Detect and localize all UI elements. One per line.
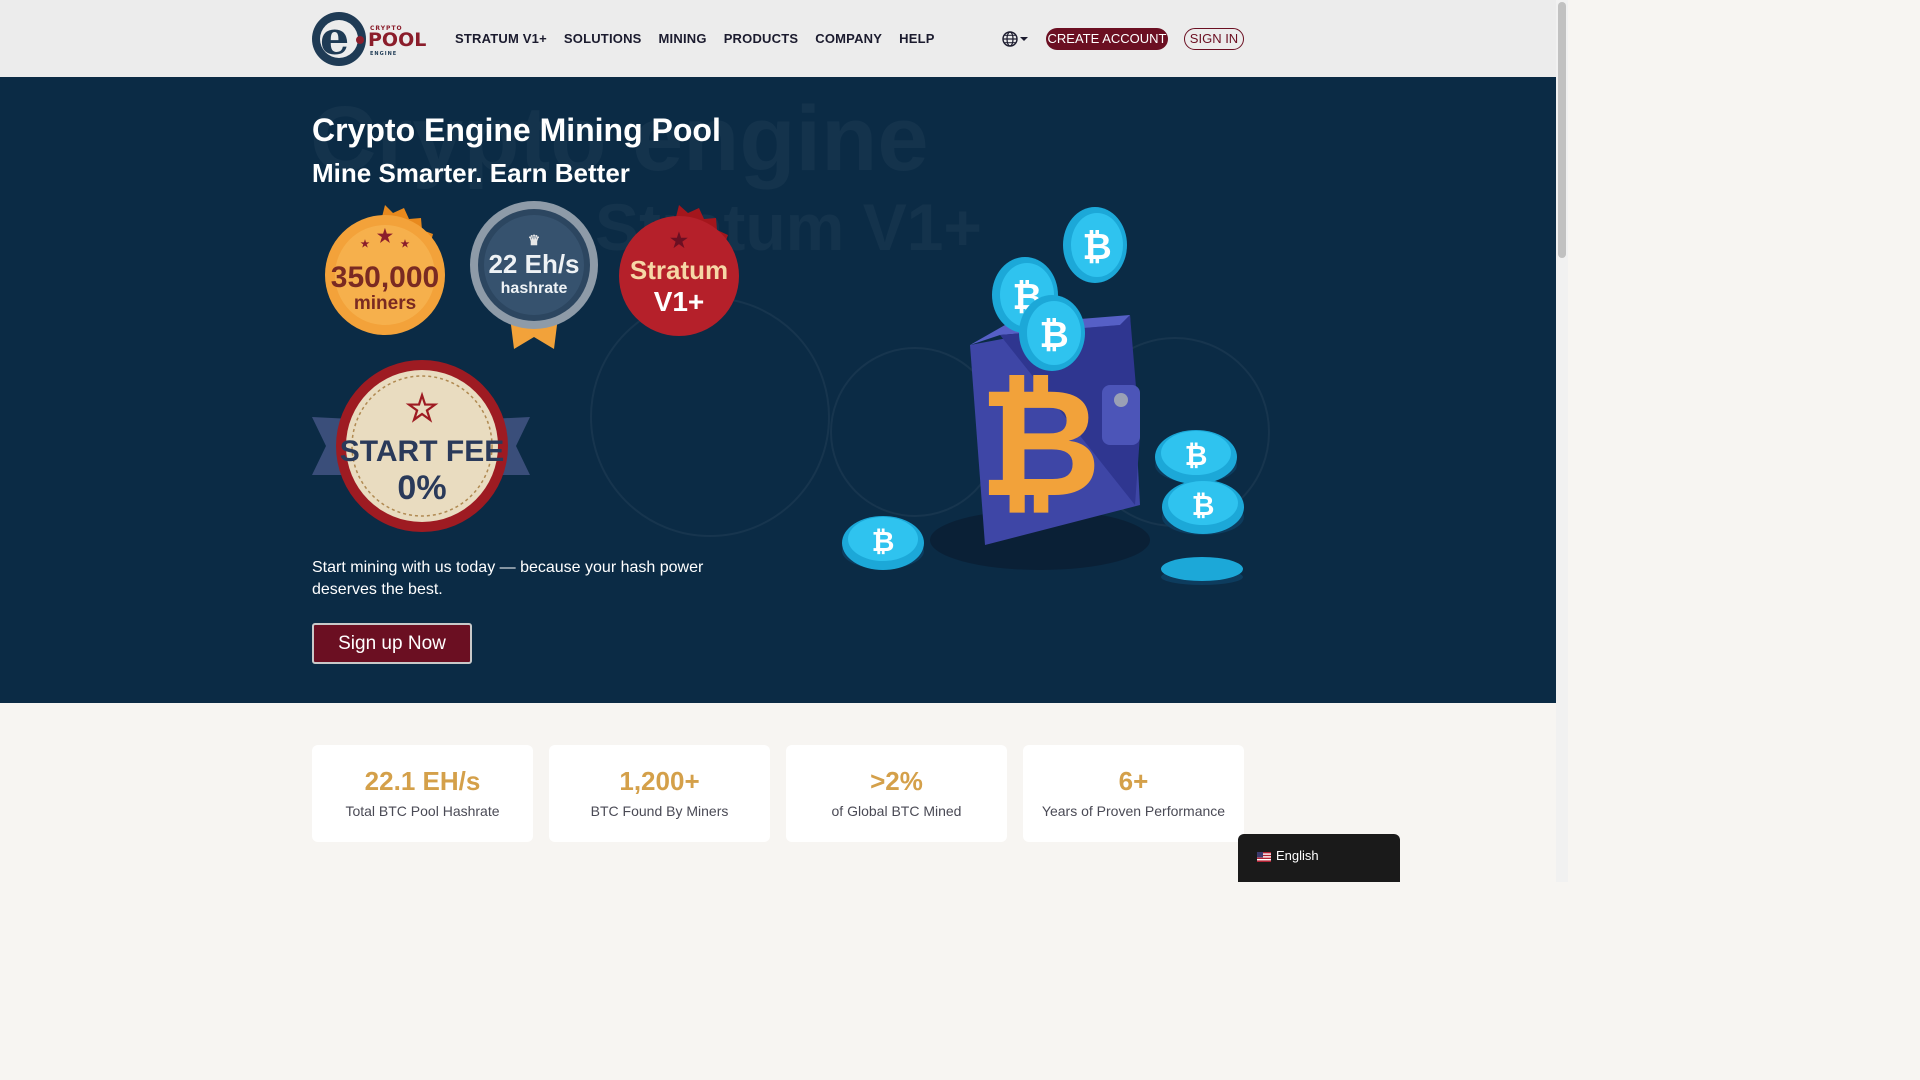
svg-text:0%: 0%: [397, 469, 446, 507]
miners-badge: ★ ★ ★ 350,000 miners: [313, 203, 457, 351]
svg-text:★: ★: [361, 239, 370, 250]
logo-engine-text: ENGINE: [370, 51, 398, 57]
stat-card-btc-found: 1,200+ BTC Found By Miners: [549, 745, 770, 842]
bitcoin-coin-icon: [1161, 557, 1243, 585]
stat-value: 22.1 EH/s: [364, 766, 481, 796]
bitcoin-symbol-icon: ₿: [979, 357, 1101, 531]
site-header: e CRYPTO POOL ENGINE STRATUM V1+ SOLUTIO…: [0, 0, 1556, 77]
logo-pool-text: POOL: [368, 29, 427, 51]
svg-text:₿: ₿: [1082, 227, 1111, 268]
create-account-button[interactable]: CREATE ACCOUNT: [1046, 28, 1168, 50]
svg-text:22 Eh/s: 22 Eh/s: [488, 249, 579, 279]
crypto-pool-engine-logo[interactable]: e CRYPTO POOL ENGINE: [312, 11, 426, 66]
svg-text:miners: miners: [354, 293, 416, 314]
stat-label: Total BTC Pool Hashrate: [345, 803, 500, 819]
nav-help[interactable]: HELP: [899, 31, 934, 46]
svg-text:Stratum: Stratum: [630, 255, 728, 285]
svg-text:V1+: V1+: [654, 286, 705, 317]
page-scrollbar[interactable]: [1556, 0, 1568, 882]
nav-products[interactable]: PRODUCTS: [724, 31, 799, 46]
svg-text:★: ★: [670, 230, 688, 252]
sign-in-button[interactable]: SIGN IN: [1184, 28, 1244, 50]
hero-title: Crypto Engine Mining Pool: [312, 112, 721, 148]
svg-text:★: ★: [377, 226, 394, 246]
logo-letter-e: e: [320, 11, 350, 65]
svg-text:₿: ₿: [1192, 490, 1215, 521]
sign-up-now-button[interactable]: Sign up Now: [312, 623, 472, 664]
stat-label: BTC Found By Miners: [590, 803, 729, 819]
caret-down-icon: [1020, 37, 1028, 41]
svg-text:★: ★: [401, 239, 410, 250]
us-flag-icon: [1257, 852, 1271, 862]
hashrate-badge: ♛ 22 Eh/s hashrate: [468, 201, 600, 355]
hero-subtitle: Mine Smarter. Earn Better: [312, 158, 630, 188]
start-fee-badge: ☆ START FEE 0%: [312, 357, 532, 539]
nav-mining[interactable]: MINING: [659, 31, 707, 46]
nav-solutions[interactable]: SOLUTIONS: [564, 31, 642, 46]
stat-card-global-share: >2% of Global BTC Mined: [786, 745, 1007, 842]
stats-row: 22.1 EH/s Total BTC Pool Hashrate 1,200+…: [312, 745, 1244, 842]
svg-text:START FEE: START FEE: [340, 435, 504, 468]
stat-label: of Global BTC Mined: [831, 803, 962, 819]
stat-card-years: 6+ Years of Proven Performance: [1023, 745, 1244, 842]
main-nav: STRATUM V1+ SOLUTIONS MINING PRODUCTS CO…: [455, 31, 952, 46]
svg-text:₿: ₿: [872, 525, 895, 558]
svg-text:☆: ☆: [405, 388, 439, 430]
globe-icon: [1002, 31, 1028, 47]
stat-value: 6+: [1118, 766, 1149, 796]
stat-value: 1,200+: [619, 766, 700, 796]
bitcoin-coin-icon: ₿: [1160, 469, 1246, 545]
nav-company[interactable]: COMPANY: [815, 31, 882, 46]
stat-value: >2%: [870, 766, 923, 796]
language-label: English: [1276, 848, 1319, 863]
hero-description: Start mining with us today — because you…: [312, 559, 704, 598]
svg-text:hashrate: hashrate: [501, 280, 568, 297]
svg-text:₿: ₿: [1039, 315, 1068, 356]
scrollbar-thumb[interactable]: [1558, 2, 1566, 258]
svg-text:₿: ₿: [1185, 439, 1208, 472]
nav-stratum-v1[interactable]: STRATUM V1+: [455, 31, 547, 46]
bitcoin-coin-icon: ₿: [1063, 207, 1127, 283]
stratum-badge: ★ Stratum V1+: [606, 203, 752, 353]
stat-card-hashrate: 22.1 EH/s Total BTC Pool Hashrate: [312, 745, 533, 842]
bitcoin-coin-icon: ₿: [842, 516, 924, 570]
hero-section: Crypto engine Stratum V1+ Crypto Engine …: [0, 77, 1556, 703]
stat-label: Years of Proven Performance: [1041, 803, 1226, 819]
svg-text:♛: ♛: [528, 232, 541, 248]
language-switcher[interactable]: English: [1238, 834, 1400, 882]
language-dropdown[interactable]: [1002, 31, 1030, 47]
svg-text:350,000: 350,000: [331, 261, 439, 294]
